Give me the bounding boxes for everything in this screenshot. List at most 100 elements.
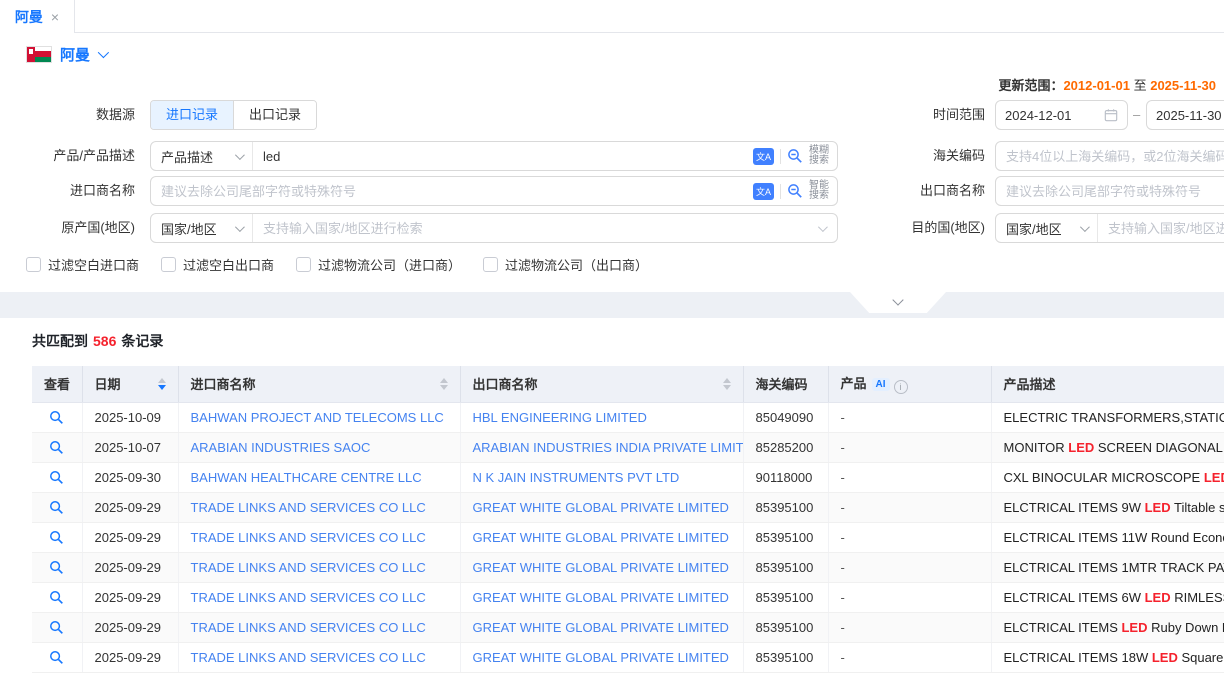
exporter-link[interactable]: ARABIAN INDUSTRIES INDIA PRIVATE LIMIT..… bbox=[460, 432, 743, 462]
data-source-segmented: 进口记录 出口记录 bbox=[150, 100, 317, 130]
collapse-form-handle[interactable] bbox=[850, 292, 946, 313]
view-detail-icon[interactable] bbox=[49, 590, 64, 605]
importer-name-input[interactable] bbox=[151, 177, 753, 205]
calendar-icon[interactable] bbox=[1104, 108, 1118, 122]
time-range-end-input[interactable]: 2025-11-30 bbox=[1146, 100, 1224, 130]
checkbox-icon[interactable] bbox=[483, 257, 498, 272]
time-range-end-value: 2025-11-30 bbox=[1156, 108, 1222, 123]
column-header-hs-code: 海关编码 bbox=[743, 366, 828, 402]
product-cell: - bbox=[828, 402, 991, 432]
translate-icon[interactable]: 文A bbox=[753, 148, 774, 165]
chevron-down-icon[interactable] bbox=[98, 47, 109, 58]
importer-link[interactable]: ARABIAN INDUSTRIES SAOC bbox=[178, 432, 460, 462]
view-detail-icon[interactable] bbox=[49, 440, 64, 455]
sort-icon-exporter[interactable] bbox=[723, 378, 731, 390]
origin-country-select-value: 国家/地区 bbox=[161, 219, 217, 238]
importer-link[interactable]: TRADE LINKS AND SERVICES CO LLC bbox=[178, 552, 460, 582]
checkbox-icon[interactable] bbox=[296, 257, 311, 272]
product-label: 产品/产品描述 bbox=[0, 141, 135, 171]
column-header-exporter[interactable]: 出口商名称 bbox=[460, 366, 743, 402]
origin-country-select[interactable]: 国家/地区 bbox=[151, 214, 253, 242]
close-icon[interactable]: × bbox=[51, 9, 59, 25]
exporter-link[interactable]: GREAT WHITE GLOBAL PRIVATE LIMITED bbox=[460, 522, 743, 552]
checkbox-filter-logistics-importer[interactable]: 过滤物流公司（进口商） bbox=[296, 255, 461, 274]
date-cell: 2025-09-29 bbox=[82, 492, 178, 522]
table-row: 2025-09-29 TRADE LINKS AND SERVICES CO L… bbox=[32, 642, 1224, 672]
product-type-value: 产品描述 bbox=[161, 147, 213, 166]
description-cell: CXL BINOCULAR MICROSCOPE LED (... bbox=[991, 462, 1224, 492]
exporter-name-input[interactable] bbox=[995, 176, 1224, 206]
exporter-link[interactable]: GREAT WHITE GLOBAL PRIVATE LIMITED bbox=[460, 642, 743, 672]
country-name[interactable]: 阿曼 bbox=[60, 44, 90, 65]
checkbox-filter-blank-importer[interactable]: 过滤空白进口商 bbox=[26, 255, 139, 274]
destination-select[interactable]: 国家/地区 bbox=[996, 214, 1098, 242]
exporter-link[interactable]: HBL ENGINEERING LIMITED bbox=[460, 402, 743, 432]
hs-code-cell: 90118000 bbox=[743, 462, 828, 492]
origin-country-label: 原产国(地区) bbox=[0, 213, 135, 243]
column-header-date[interactable]: 日期 bbox=[82, 366, 178, 402]
view-detail-icon[interactable] bbox=[49, 470, 64, 485]
view-detail-icon[interactable] bbox=[49, 560, 64, 575]
checkbox-filter-blank-exporter[interactable]: 过滤空白出口商 bbox=[161, 255, 274, 274]
destination-input[interactable] bbox=[1098, 214, 1224, 242]
exporter-link[interactable]: GREAT WHITE GLOBAL PRIVATE LIMITED bbox=[460, 582, 743, 612]
description-cell: ELCTRICAL ITEMS 9W LED Tiltable sp... bbox=[991, 492, 1224, 522]
exporter-link[interactable]: GREAT WHITE GLOBAL PRIVATE LIMITED bbox=[460, 612, 743, 642]
results-table: 查看 日期 进口商名称 出口商名称 海关编码 产品AIi 产品描述 bbox=[32, 366, 1224, 673]
data-source-label: 数据源 bbox=[0, 100, 135, 130]
product-search-input[interactable] bbox=[253, 142, 753, 170]
importer-link[interactable]: TRADE LINKS AND SERVICES CO LLC bbox=[178, 642, 460, 672]
view-cell bbox=[32, 432, 82, 462]
country-selector-row: 阿曼 bbox=[0, 33, 1224, 75]
column-header-importer[interactable]: 进口商名称 bbox=[178, 366, 460, 402]
view-detail-icon[interactable] bbox=[49, 500, 64, 515]
importer-link[interactable]: TRADE LINKS AND SERVICES CO LLC bbox=[178, 582, 460, 612]
checkbox-filter-logistics-exporter[interactable]: 过滤物流公司（出口商） bbox=[483, 255, 648, 274]
product-type-select[interactable]: 产品描述 bbox=[151, 142, 253, 170]
view-cell bbox=[32, 552, 82, 582]
importer-link[interactable]: TRADE LINKS AND SERVICES CO LLC bbox=[178, 522, 460, 552]
fuzzy-search-icon[interactable] bbox=[787, 148, 803, 164]
table-row: 2025-10-09 BAHWAN PROJECT AND TELECOMS L… bbox=[32, 402, 1224, 432]
exporter-label: 出口商名称 bbox=[890, 176, 985, 206]
importer-link[interactable]: BAHWAN HEALTHCARE CENTRE LLC bbox=[178, 462, 460, 492]
importer-link[interactable]: BAHWAN PROJECT AND TELECOMS LLC bbox=[178, 402, 460, 432]
results-count: 586 bbox=[93, 333, 116, 349]
filter-checkbox-row: 过滤空白进口商 过滤空白出口商 过滤物流公司（进口商） 过滤物流公司（出口商） bbox=[26, 255, 648, 274]
description-cell: ELECTRIC TRANSFORMERS,STATIC C... bbox=[991, 402, 1224, 432]
hs-code-cell: 85395100 bbox=[743, 492, 828, 522]
exporter-link[interactable]: GREAT WHITE GLOBAL PRIVATE LIMITED bbox=[460, 492, 743, 522]
importer-link[interactable]: TRADE LINKS AND SERVICES CO LLC bbox=[178, 492, 460, 522]
importer-link[interactable]: TRADE LINKS AND SERVICES CO LLC bbox=[178, 612, 460, 642]
update-range-to: 2025-11-30 bbox=[1150, 78, 1216, 93]
view-detail-icon[interactable] bbox=[49, 530, 64, 545]
exporter-link[interactable]: GREAT WHITE GLOBAL PRIVATE LIMITED bbox=[460, 552, 743, 582]
time-range-start-input[interactable]: 2024-12-01 bbox=[995, 100, 1128, 130]
tab-oman[interactable]: 阿曼 × bbox=[0, 0, 75, 33]
sort-icon-importer[interactable] bbox=[440, 378, 448, 390]
checkbox-icon[interactable] bbox=[161, 257, 176, 272]
description-cell: ELCTRICAL ITEMS 18W LED Square E... bbox=[991, 642, 1224, 672]
view-cell bbox=[32, 402, 82, 432]
date-cell: 2025-09-29 bbox=[82, 552, 178, 582]
exporter-link[interactable]: N K JAIN INSTRUMENTS PVT LTD bbox=[460, 462, 743, 492]
smart-search-icon[interactable] bbox=[787, 183, 803, 199]
tab-import-records[interactable]: 进口记录 bbox=[151, 101, 233, 129]
chevron-down-icon[interactable] bbox=[818, 222, 828, 232]
smart-search-button[interactable]: 智能 搜索 bbox=[809, 181, 829, 201]
view-detail-icon[interactable] bbox=[49, 410, 64, 425]
origin-country-input[interactable] bbox=[253, 214, 818, 242]
translate-icon[interactable]: 文A bbox=[753, 183, 774, 200]
info-icon[interactable]: i bbox=[894, 380, 908, 394]
view-cell bbox=[32, 582, 82, 612]
table-row: 2025-09-30 BAHWAN HEALTHCARE CENTRE LLC … bbox=[32, 462, 1224, 492]
sort-icon-date[interactable] bbox=[158, 378, 166, 390]
table-row: 2025-09-29 TRADE LINKS AND SERVICES CO L… bbox=[32, 582, 1224, 612]
hs-code-input[interactable] bbox=[995, 141, 1224, 171]
fuzzy-search-button[interactable]: 模糊 搜索 bbox=[809, 146, 829, 166]
view-detail-icon[interactable] bbox=[49, 620, 64, 635]
tab-export-records[interactable]: 出口记录 bbox=[233, 101, 316, 129]
table-row: 2025-09-29 TRADE LINKS AND SERVICES CO L… bbox=[32, 522, 1224, 552]
checkbox-icon[interactable] bbox=[26, 257, 41, 272]
view-detail-icon[interactable] bbox=[49, 650, 64, 665]
